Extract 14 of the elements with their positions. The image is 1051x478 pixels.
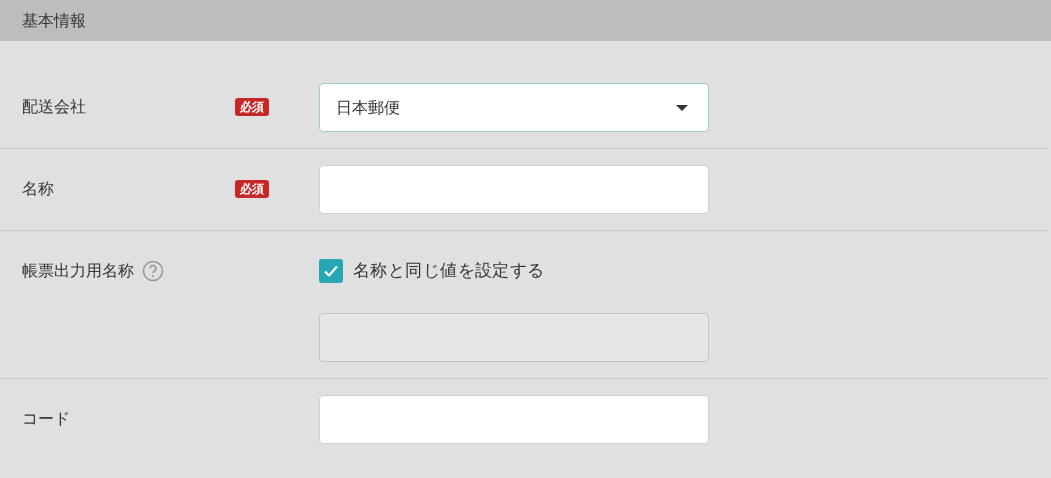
caret-icon — [676, 104, 688, 111]
required-badge: 必須 — [235, 98, 269, 116]
required-badge: 必須 — [235, 180, 269, 198]
text-field[interactable] — [319, 395, 709, 444]
text-field[interactable] — [319, 165, 709, 214]
checkbox-label: 名称と同じ値を設定する — [353, 259, 545, 283]
field-label: コード — [22, 408, 70, 430]
check-icon — [323, 263, 339, 279]
field-label: 帳票出力用名称 — [22, 260, 134, 282]
field-label: 配送会社 — [22, 96, 86, 118]
section-title: 基本情報 — [22, 9, 86, 32]
select-field[interactable]: 日本郵便 — [319, 83, 709, 132]
select-value: 日本郵便 — [336, 96, 400, 119]
field-label: 名称 — [22, 178, 54, 200]
